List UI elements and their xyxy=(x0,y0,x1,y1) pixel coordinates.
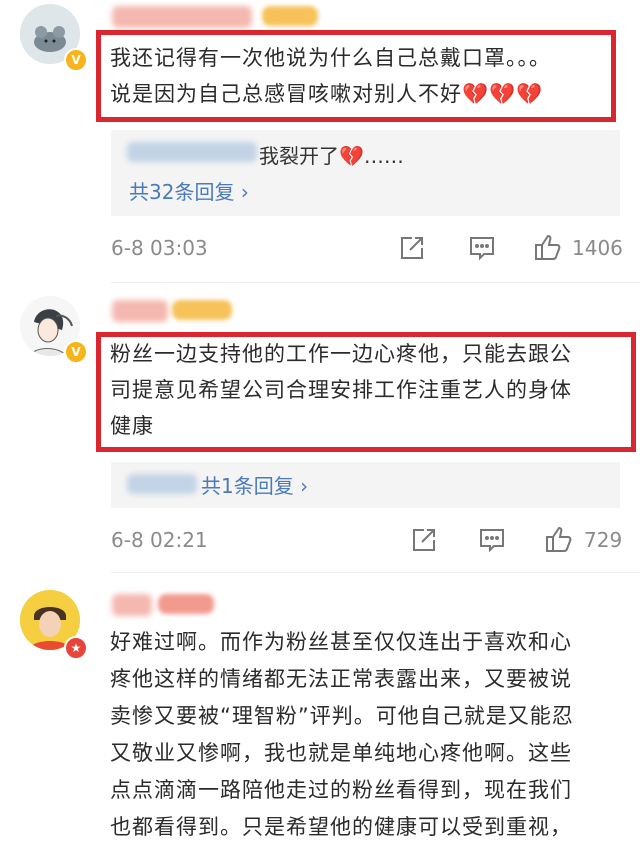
divider xyxy=(111,282,640,283)
view-replies-link[interactable]: 共32条回复 › xyxy=(129,176,249,205)
comment-time: 6-8 02:21 xyxy=(111,528,208,552)
member-badge-icon: ★ xyxy=(64,636,88,660)
comment-line-2: 司提意见希望公司合理安排工作注重艺人的身体 xyxy=(110,378,572,402)
comment-line-6: 也都看得到。只是希望他的健康可以受到重视， xyxy=(110,815,572,839)
like-count: 1406 xyxy=(572,236,623,260)
chevron-right-icon: › xyxy=(240,180,249,204)
broken-heart-icons: 💔💔💔 xyxy=(462,82,544,106)
reply-preview[interactable]: 我裂开了💔…… 共32条回复 › xyxy=(111,130,620,216)
comment-line-2: 疼他这样的情绪都无法正常表露出来，又要被说 xyxy=(110,667,572,691)
comment-time: 6-8 03:03 xyxy=(111,236,208,260)
replies-count-label: 共1条回复 xyxy=(201,474,294,498)
divider xyxy=(111,572,640,573)
comment-text: 粉丝一边支持他的工作一边心疼他，只能去跟公 司提意见希望公司合理安排工作注重艺人… xyxy=(110,336,630,444)
reply-text-content: 我裂开了 xyxy=(259,144,339,168)
comment-button[interactable] xyxy=(478,526,506,554)
like-count: 729 xyxy=(584,528,623,552)
comment-line-3: 健康 xyxy=(110,414,154,438)
comment-2: V 粉丝一边支持他的工作一边心疼他，只能去跟公 司提意见希望公司合理安排工作注重… xyxy=(0,290,640,570)
comment-line-4: 又敬业又惨啊，我也就是单纯地心疼他啊。这些 xyxy=(110,741,572,765)
comment-text: 我还记得有一次他说为什么自己总戴口罩。。。 说是因为自己总感冒咳嗽对别人不好💔💔… xyxy=(110,40,610,112)
share-icon xyxy=(401,237,423,259)
verified-badge-icon: V xyxy=(64,340,88,364)
username-blurred[interactable] xyxy=(112,594,152,616)
comment-3: ★ 好难过啊。而作为粉丝甚至仅仅连出于喜欢和心 疼他这样的情绪都无法正常表露出来… xyxy=(0,582,640,858)
replies-count-label: 共32条回复 xyxy=(129,180,235,204)
reply-author-blurred[interactable] xyxy=(127,142,257,162)
user-level-tag xyxy=(172,300,232,320)
share-button[interactable] xyxy=(410,526,438,554)
share-button[interactable] xyxy=(398,234,426,262)
reply-preview[interactable]: 共1条回复 › xyxy=(111,462,620,508)
user-level-tag xyxy=(262,6,318,26)
like-button[interactable] xyxy=(544,524,574,554)
thumbs-up-icon xyxy=(546,526,572,552)
reply-text: 我裂开了💔…… xyxy=(259,140,404,169)
comment-line-1: 粉丝一边支持他的工作一边心疼他，只能去跟公 xyxy=(110,342,572,366)
view-replies-link[interactable]: 共1条回复 › xyxy=(201,470,308,499)
reply-author-blurred[interactable] xyxy=(127,474,197,494)
chevron-right-icon: › xyxy=(300,474,309,498)
user-level-tag xyxy=(158,594,214,614)
comment-line-5: 点点滴滴一路陪他走过的粉丝看得到，现在我们 xyxy=(110,778,572,802)
comment-line-1: 我还记得有一次他说为什么自己总戴口罩。。。 xyxy=(110,46,551,70)
reply-ellipsis: …… xyxy=(363,144,404,168)
username-blurred[interactable] xyxy=(112,6,252,28)
comment-1: V 我还记得有一次他说为什么自己总戴口罩。。。 说是因为自己总感冒咳嗽对别人不好… xyxy=(0,0,640,282)
comment-button[interactable] xyxy=(468,234,496,262)
comment-icon xyxy=(470,237,494,261)
like-button[interactable] xyxy=(533,232,563,262)
comment-line-1: 好难过啊。而作为粉丝甚至仅仅连出于喜欢和心 xyxy=(110,630,572,654)
comment-text: 好难过啊。而作为粉丝甚至仅仅连出于喜欢和心 疼他这样的情绪都无法正常表露出来，又… xyxy=(110,624,630,846)
share-icon xyxy=(413,529,435,551)
thumbs-up-icon xyxy=(535,234,561,260)
comment-icon xyxy=(480,529,504,553)
comment-line-2: 说是因为自己总感冒咳嗽对别人不好💔💔💔 xyxy=(110,76,610,112)
broken-heart-icon: 💔 xyxy=(339,144,364,168)
comment-line-2-text: 说是因为自己总感冒咳嗽对别人不好 xyxy=(110,82,462,106)
comment-line-3: 卖惨又要被“理智粉”评判。可他自己就是又能忍 xyxy=(110,704,574,728)
username-blurred[interactable] xyxy=(112,300,168,322)
verified-badge-icon: V xyxy=(64,48,88,72)
